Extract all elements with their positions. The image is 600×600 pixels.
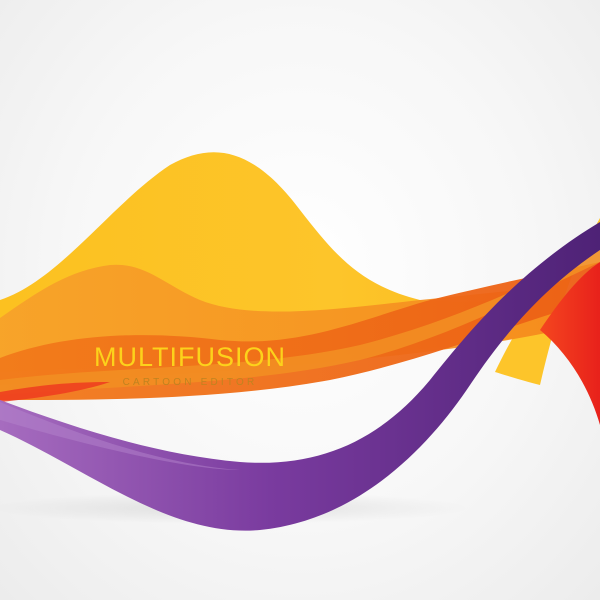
wave-illustration [0, 152, 600, 531]
logo-tagline: CARTOON EDITOR [122, 377, 258, 388]
artwork-canvas: MULTIFUSION CARTOON EDITOR [0, 0, 600, 600]
logo-title: MULTIFUSION [94, 342, 286, 372]
logo-block: MULTIFUSION CARTOON EDITOR [0, 340, 380, 390]
